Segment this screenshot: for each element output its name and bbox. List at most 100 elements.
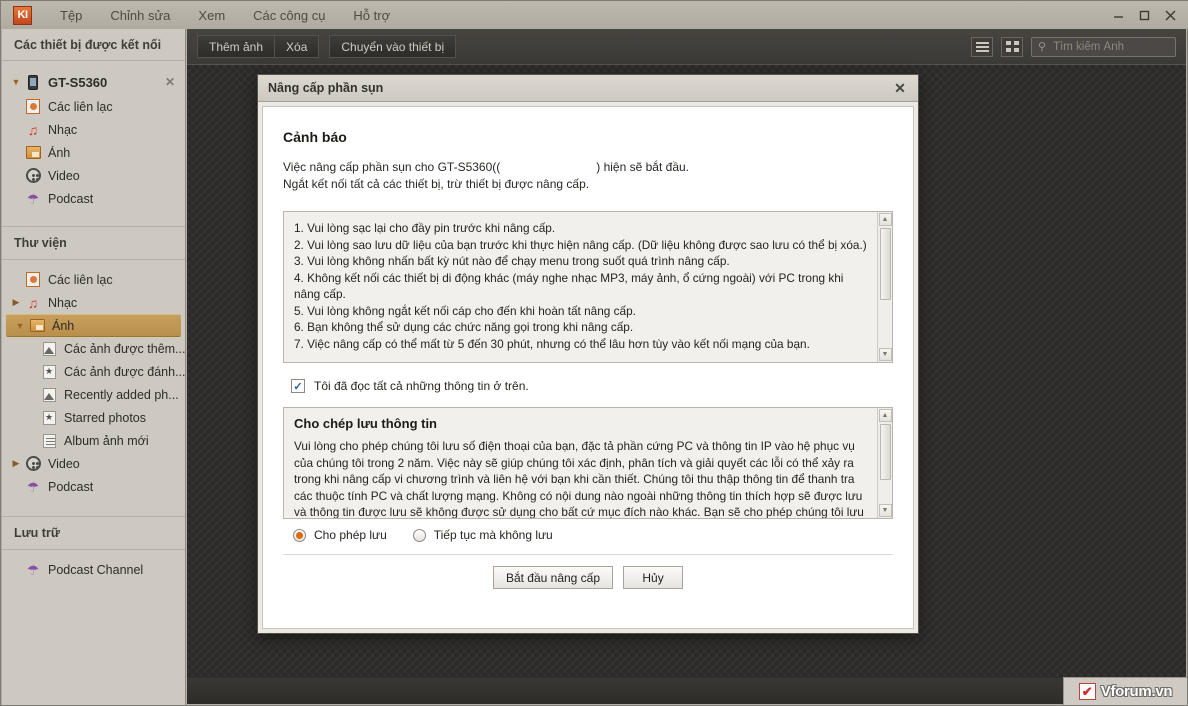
warning-list: 1. Vui lòng sạc lại cho đầy pin trước kh… xyxy=(294,220,867,352)
consent-panel: Cho chép lưu thông tin Vui lòng cho phép… xyxy=(283,407,893,519)
sidebar-item-new-album[interactable]: Album ảnh mới xyxy=(2,429,185,452)
menu-item-file[interactable]: Tệp xyxy=(46,1,96,29)
chevron-down-icon[interactable]: ▼ xyxy=(12,321,28,331)
scroll-down-icon[interactable]: ▼ xyxy=(878,348,892,361)
menu-item-edit[interactable]: Chỉnh sửa xyxy=(96,1,184,29)
library-header: Thư viện xyxy=(2,226,185,260)
watermark-text: Vforum.vn xyxy=(1100,683,1173,700)
storage-header: Lưu trữ xyxy=(2,516,185,550)
sidebar-item-starred-photos-vi[interactable]: ★ Các ảnh được đánh... xyxy=(2,360,185,383)
sidebar-label: Video xyxy=(48,456,80,471)
intro-line-2: Ngắt kết nối tất cả các thiết bị, trừ th… xyxy=(283,177,590,191)
consent-scrollbar[interactable]: ▲ ▼ xyxy=(877,408,892,518)
sidebar-item-added-photos[interactable]: Các ảnh được thêm... xyxy=(2,337,185,360)
chevron-right-icon[interactable]: ▶ xyxy=(8,297,24,308)
close-icon[interactable] xyxy=(1157,3,1183,27)
main-toolbar: Thêm ảnh Xóa Chuyển vào thiết bị ⚲ xyxy=(187,29,1186,64)
sidebar-device-item-video[interactable]: Video xyxy=(2,164,185,187)
search-icon: ⚲ xyxy=(1038,41,1047,53)
read-confirmation-label: Tôi đã đọc tất cả những thông tin ở trên… xyxy=(314,379,529,393)
phone-icon xyxy=(24,74,42,90)
menu-item-help[interactable]: Hỗ trợ xyxy=(339,1,404,29)
radio-allow-save-input[interactable] xyxy=(293,528,306,542)
sidebar-label: Nhạc xyxy=(48,122,78,137)
sidebar-item-photos[interactable]: ▼ Ảnh xyxy=(6,314,181,337)
radio-allow-save-label: Cho phép lưu xyxy=(314,528,387,542)
sidebar-device-gt-s5360[interactable]: ▼ GT-S5360 ✕ xyxy=(2,69,185,95)
sidebar-label: Recently added ph... xyxy=(64,387,179,402)
warning-list-inner: 1. Vui lòng sạc lại cho đầy pin trước kh… xyxy=(284,212,877,362)
consent-heading: Cho chép lưu thông tin xyxy=(294,416,437,431)
contact-icon xyxy=(24,99,42,115)
consent-inner: Cho chép lưu thông tin Vui lòng cho phép… xyxy=(284,408,877,518)
toolbar-right-group: ⚲ xyxy=(971,36,1176,57)
music-icon: ♫ xyxy=(27,121,39,138)
radio-allow-save[interactable]: Cho phép lưu xyxy=(293,528,387,542)
minimize-icon[interactable] xyxy=(1105,3,1131,27)
sidebar-label: Podcast Channel xyxy=(48,562,144,577)
scroll-up-icon[interactable]: ▲ xyxy=(878,409,892,422)
sidebar-label: Video xyxy=(48,168,80,183)
grid-view-icon[interactable] xyxy=(1001,36,1023,57)
warning-list-panel: 1. Vui lòng sạc lại cho đầy pin trước kh… xyxy=(283,211,893,363)
title-menu-bar: KI Tệp Chỉnh sửa Xem Các công cụ Hỗ trợ xyxy=(1,1,1188,29)
warning-scrollbar[interactable]: ▲ ▼ xyxy=(877,212,892,362)
sidebar-item-podcast-channel[interactable]: ☂ Podcast Channel xyxy=(2,558,185,581)
video-icon xyxy=(24,168,42,184)
read-confirmation-row[interactable]: ✓ Tôi đã đọc tất cả những thông tin ở tr… xyxy=(291,379,893,393)
toolbar-group-edit: Thêm ảnh Xóa xyxy=(197,35,320,58)
watermark: ✔ Vforum.vn xyxy=(1063,677,1187,705)
chevron-down-icon[interactable]: ▼ xyxy=(8,77,24,87)
radio-continue-without-save-label: Tiếp tục mà không lưu xyxy=(433,528,553,542)
scrollbar-thumb[interactable] xyxy=(879,228,891,300)
sidebar-device-item-photos[interactable]: Ảnh xyxy=(2,141,185,164)
search-box[interactable]: ⚲ xyxy=(1031,36,1176,57)
sidebar-label: Podcast xyxy=(48,191,94,206)
application-window: KI Tệp Chỉnh sửa Xem Các công cụ Hỗ trợ … xyxy=(0,0,1188,706)
sidebar-item-recently-added-photos[interactable]: Recently added ph... xyxy=(2,383,185,406)
star-icon: ★ xyxy=(40,364,58,380)
sidebar-item-video[interactable]: ▶ Video xyxy=(2,452,185,475)
sidebar-device-item-contacts[interactable]: Các liên lạc xyxy=(2,95,185,118)
warning-item: 1. Vui lòng sạc lại cho đầy pin trước kh… xyxy=(294,221,556,235)
read-confirmation-checkbox[interactable]: ✓ xyxy=(291,379,305,393)
intro-suffix: ) hiện sẽ bắt đầu. xyxy=(596,160,689,174)
sidebar-label: Ảnh xyxy=(48,145,71,160)
library-tree: Các liên lạc ▶ ♫ Nhạc ▼ Ảnh Các ảnh được… xyxy=(2,260,185,498)
menu-item-tools[interactable]: Các công cụ xyxy=(239,1,339,29)
maximize-icon[interactable] xyxy=(1131,3,1157,27)
disconnect-device-icon[interactable]: ✕ xyxy=(165,75,175,89)
add-photo-button[interactable]: Thêm ảnh xyxy=(197,35,276,58)
photo-icon xyxy=(28,318,46,334)
chevron-right-icon[interactable]: ▶ xyxy=(8,458,24,469)
sidebar-item-contacts[interactable]: Các liên lạc xyxy=(2,268,185,291)
sidebar-label: Các liên lạc xyxy=(48,99,113,114)
sidebar-device-item-music[interactable]: ♫ Nhạc xyxy=(2,118,185,141)
delete-button[interactable]: Xóa xyxy=(275,35,320,58)
dialog-action-row: Bắt đầu nâng cấp Hủy xyxy=(283,554,893,601)
sidebar-item-podcast[interactable]: ☂ Podcast xyxy=(2,475,185,498)
dialog-title: Nâng cấp phần sụn xyxy=(268,81,384,95)
cancel-button[interactable]: Hủy xyxy=(623,566,684,589)
sidebar-label: Nhạc xyxy=(48,295,78,310)
sidebar-label: Starred photos xyxy=(64,410,146,425)
sidebar-item-music[interactable]: ▶ ♫ Nhạc xyxy=(2,291,185,314)
consent-radio-group: Cho phép lưu Tiếp tục mà không lưu xyxy=(293,528,893,542)
scroll-down-icon[interactable]: ▼ xyxy=(878,504,892,517)
menu-item-view[interactable]: Xem xyxy=(184,1,239,29)
radio-continue-without-save[interactable]: Tiếp tục mà không lưu xyxy=(412,528,553,542)
sidebar-item-starred-photos[interactable]: ★ Starred photos xyxy=(2,406,185,429)
scrollbar-thumb[interactable] xyxy=(879,424,891,480)
scroll-up-icon[interactable]: ▲ xyxy=(878,213,892,226)
search-input[interactable] xyxy=(1051,39,1169,54)
sidebar-label: Các ảnh được thêm... xyxy=(64,341,185,356)
start-upgrade-button[interactable]: Bắt đầu nâng cấp xyxy=(492,566,614,589)
window-controls xyxy=(1105,1,1183,29)
app-logo-icon: KI xyxy=(13,5,32,25)
sidebar-device-item-podcast[interactable]: ☂ Podcast xyxy=(2,187,185,210)
close-icon[interactable]: ✕ xyxy=(890,78,910,98)
transfer-to-device-button[interactable]: Chuyển vào thiết bị xyxy=(329,35,457,58)
device-name-label: GT-S5360 xyxy=(48,74,108,90)
radio-continue-without-save-input[interactable] xyxy=(412,528,426,542)
list-view-icon[interactable] xyxy=(971,36,993,57)
